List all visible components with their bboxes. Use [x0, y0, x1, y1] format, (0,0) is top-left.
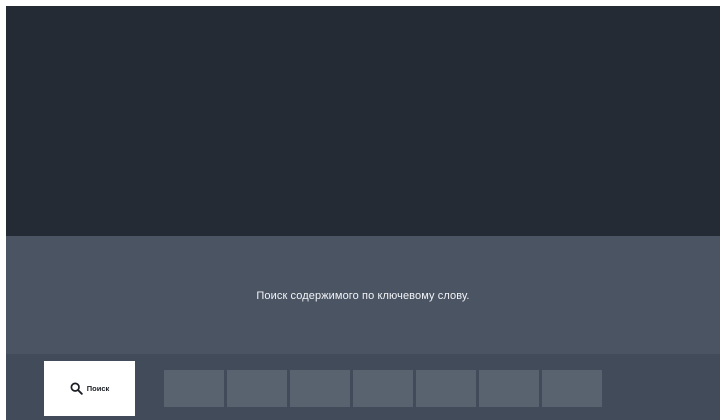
bottom-toolbar: Поиск [6, 354, 720, 420]
keyboard-key[interactable] [227, 370, 287, 407]
keyboard-key[interactable] [353, 370, 413, 407]
keyboard-key[interactable] [290, 370, 350, 407]
search-icon [70, 382, 83, 395]
search-hint-text: Поиск содержимого по ключевому слову. [256, 290, 470, 302]
tv-search-screen: Поиск содержимого по ключевому слову. По… [6, 6, 720, 420]
message-panel: Поиск содержимого по ключевому слову. [6, 236, 720, 354]
keyboard-key[interactable] [164, 370, 224, 407]
keyboard-key[interactable] [479, 370, 539, 407]
keyboard-key[interactable] [416, 370, 476, 407]
search-button[interactable]: Поиск [44, 361, 135, 416]
results-area [6, 6, 720, 236]
search-button-label: Поиск [86, 384, 110, 393]
keyboard-row [164, 370, 602, 407]
keyboard-key[interactable] [542, 370, 602, 407]
